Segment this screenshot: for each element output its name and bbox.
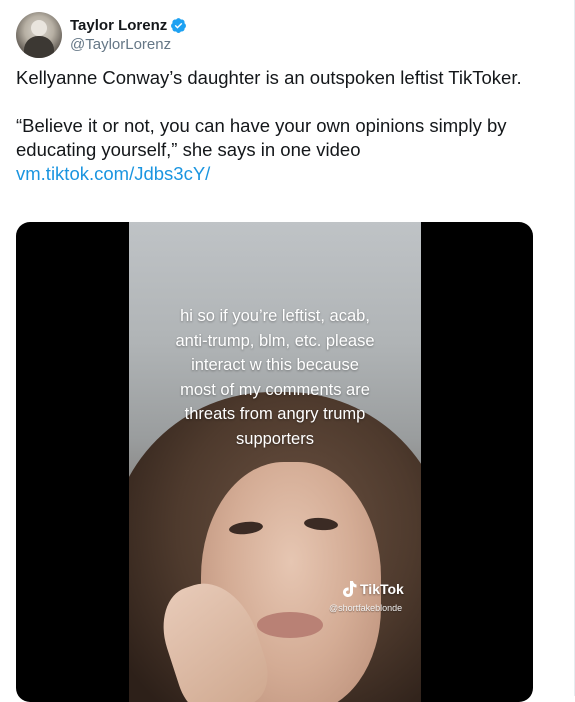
caption-line: supporters (236, 429, 314, 448)
name-row: Taylor Lorenz (70, 17, 187, 34)
tiktok-watermark: TikTok (341, 580, 404, 598)
caption-line: interact w this because (191, 356, 359, 374)
avatar-body-shape (24, 36, 54, 58)
video-caption-overlay: hi so if you’re leftist, acab, anti-trum… (129, 304, 421, 451)
video-player[interactable]: hi so if you’re leftist, acab, anti-trum… (16, 222, 533, 702)
avatar-head-shape (31, 20, 47, 36)
tweet-text: Kellyanne Conway’s daughter is an outspo… (16, 66, 536, 186)
author-names: Taylor Lorenz @TaylorLorenz (70, 17, 187, 53)
tiktok-watermark-label: TikTok (360, 581, 404, 597)
caption-line: anti-trump, blm, etc. please (175, 331, 375, 350)
caption-line: hi so if you’re leftist, acab, (180, 307, 370, 325)
tiktok-watermark-username: @shortfakeblonde (329, 603, 403, 613)
verified-badge-icon (171, 18, 187, 33)
tweet-header: Taylor Lorenz @TaylorLorenz (16, 10, 187, 60)
tweet-card: Taylor Lorenz @TaylorLorenz Kellyanne Co… (0, 0, 575, 702)
tiktok-logo-icon (343, 581, 357, 597)
video-lips-shape (257, 612, 323, 638)
caption-line: most of my comments are (180, 380, 370, 399)
tweet-text-paragraph-1: Kellyanne Conway’s daughter is an outspo… (16, 67, 522, 88)
tweet-text-paragraph-2: “Believe it or not, you can have your ow… (16, 115, 507, 160)
tiktok-link[interactable]: vm.tiktok.com/Jdbs3cY/ (16, 163, 210, 184)
caption-line: threats from angry trump (184, 405, 366, 423)
author-display-name[interactable]: Taylor Lorenz (70, 17, 167, 34)
video-frame: hi so if you’re leftist, acab, anti-trum… (129, 222, 421, 702)
author-avatar[interactable] (16, 12, 62, 58)
author-handle[interactable]: @TaylorLorenz (70, 36, 187, 53)
